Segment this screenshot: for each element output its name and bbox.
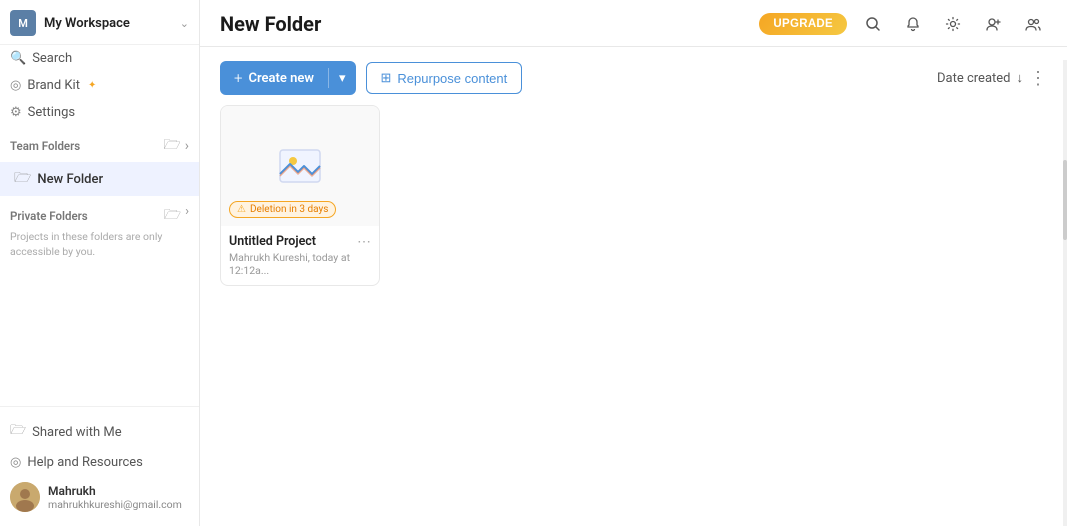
gear-icon	[945, 16, 961, 32]
project-name: Untitled Project	[229, 234, 357, 249]
brand-kit-icon: ◎	[10, 78, 21, 93]
main-content: New Folder UPGRADE	[200, 0, 1067, 526]
more-options-icon[interactable]: ⋮	[1029, 68, 1047, 89]
sidebar-item-brand-kit[interactable]: ◎ Brand Kit ✦	[0, 72, 199, 99]
settings-label: Settings	[28, 105, 75, 120]
search-icon: 🔍	[10, 51, 26, 66]
settings-icon: ⚙	[10, 105, 22, 120]
brand-kit-badge: ✦	[88, 80, 96, 91]
top-bar-left: New Folder	[220, 12, 321, 36]
project-more-button[interactable]: ⋯	[357, 234, 371, 250]
sidebar-bottom: 🗁 Shared with Me ◎ Help and Resources Ma…	[0, 406, 199, 518]
project-meta: Mahrukh Kureshi, today at 12:12a...	[229, 251, 357, 277]
project-info: Untitled Project Mahrukh Kureshi, today …	[221, 226, 379, 285]
team-folders-title: Team Folders	[10, 139, 80, 153]
toolbar-right: Date created ↓ ⋮	[937, 68, 1047, 89]
private-more-icon[interactable]: ›	[185, 204, 189, 228]
private-folders-header: Private Folders 🗁 ›	[10, 204, 189, 228]
avatar-image	[10, 482, 40, 512]
top-bar-right: UPGRADE	[759, 10, 1047, 38]
help-icon: ◎	[10, 455, 21, 470]
create-new-label: Create new	[248, 71, 313, 86]
top-bar: New Folder UPGRADE	[200, 0, 1067, 47]
workspace-name: My Workspace	[44, 16, 130, 31]
private-new-folder-icon[interactable]: 🗁	[164, 204, 181, 228]
repurpose-button[interactable]: ⊞ Repurpose content	[366, 62, 523, 94]
add-user-button[interactable]	[979, 10, 1007, 38]
chevron-down-icon[interactable]: ⌄	[180, 17, 189, 30]
sidebar-item-help[interactable]: ◎ Help and Resources	[0, 449, 199, 476]
upgrade-button[interactable]: UPGRADE	[759, 13, 847, 35]
folder-name: New Folder	[37, 172, 103, 187]
sidebar-item-shared-with-me[interactable]: 🗁 Shared with Me	[0, 415, 199, 449]
scroll-thumb	[1063, 160, 1067, 240]
search-icon	[865, 16, 881, 32]
project-thumbnail-icon	[276, 142, 324, 190]
project-details: Untitled Project Mahrukh Kureshi, today …	[229, 234, 357, 277]
private-folders-section: Private Folders 🗁 › Projects in these fo…	[0, 196, 199, 263]
search-button[interactable]	[859, 10, 887, 38]
shared-label: Shared with Me	[32, 425, 122, 440]
repurpose-label: Repurpose content	[397, 71, 507, 86]
deletion-text: Deletion in 3 days	[250, 204, 328, 215]
new-folder-icon[interactable]: 🗁	[163, 134, 180, 158]
projects-grid: ⚠ Deletion in 3 days Untitled Project Ma…	[220, 105, 1047, 286]
bell-icon	[905, 16, 921, 32]
repurpose-icon: ⊞	[381, 70, 392, 86]
toolbar-left: + Create new ▾ ⊞ Repurpose content	[220, 61, 522, 95]
user-profile[interactable]: Mahrukh mahrukhkureshi@gmail.com	[0, 476, 199, 518]
user-name: Mahrukh	[48, 484, 182, 498]
create-new-button[interactable]: + Create new ▾	[220, 61, 356, 95]
bell-button[interactable]	[899, 10, 927, 38]
folder-icon: 🗁	[14, 167, 31, 191]
users-icon	[1025, 16, 1041, 32]
team-folders-more-icon[interactable]: ›	[185, 138, 189, 154]
toolbar: + Create new ▾ ⊞ Repurpose content Date …	[200, 47, 1067, 105]
user-add-icon	[985, 16, 1001, 32]
sidebar-item-settings[interactable]: ⚙ Settings	[0, 99, 199, 126]
page-title: New Folder	[220, 12, 321, 36]
sort-label: Date created	[937, 71, 1011, 86]
folder-item-new-folder[interactable]: 🗁 New Folder	[0, 162, 199, 196]
user-info: Mahrukh mahrukhkureshi@gmail.com	[48, 484, 182, 511]
warning-icon: ⚠	[237, 204, 246, 215]
plus-icon: +	[234, 69, 242, 87]
dropdown-chevron-icon: ▾	[339, 71, 346, 86]
private-folders-note: Projects in these folders are only acces…	[10, 230, 189, 259]
avatar	[10, 482, 40, 512]
private-folders-title: Private Folders	[10, 209, 88, 223]
project-thumbnail: ⚠ Deletion in 3 days	[221, 106, 379, 226]
create-new-main[interactable]: + Create new	[220, 61, 328, 95]
deletion-badge: ⚠ Deletion in 3 days	[229, 201, 336, 218]
workspace-header-left: M My Workspace	[10, 10, 130, 36]
workspace-avatar: M	[10, 10, 36, 36]
create-new-dropdown[interactable]: ▾	[329, 63, 356, 94]
team-folders-actions: 🗁 ›	[163, 134, 189, 158]
users-button[interactable]	[1019, 10, 1047, 38]
project-card[interactable]: ⚠ Deletion in 3 days Untitled Project Ma…	[220, 105, 380, 286]
shared-icon: 🗁	[10, 421, 26, 443]
brand-kit-label: Brand Kit	[27, 78, 80, 93]
private-folder-actions: 🗁 ›	[164, 204, 189, 228]
content-area: ⚠ Deletion in 3 days Untitled Project Ma…	[200, 105, 1067, 526]
scroll-indicator	[1063, 60, 1067, 526]
sidebar-search[interactable]: 🔍 Search	[0, 45, 199, 72]
sidebar: M My Workspace ⌄ 🔍 Search ◎ Brand Kit ✦ …	[0, 0, 200, 526]
search-label: Search	[32, 51, 72, 66]
sort-desc-icon[interactable]: ↓	[1017, 70, 1024, 86]
user-email: mahrukhkureshi@gmail.com	[48, 498, 182, 511]
workspace-header[interactable]: M My Workspace ⌄	[0, 0, 199, 45]
team-folders-section: Team Folders 🗁 ›	[0, 126, 199, 162]
settings-button[interactable]	[939, 10, 967, 38]
help-label: Help and Resources	[27, 455, 143, 470]
